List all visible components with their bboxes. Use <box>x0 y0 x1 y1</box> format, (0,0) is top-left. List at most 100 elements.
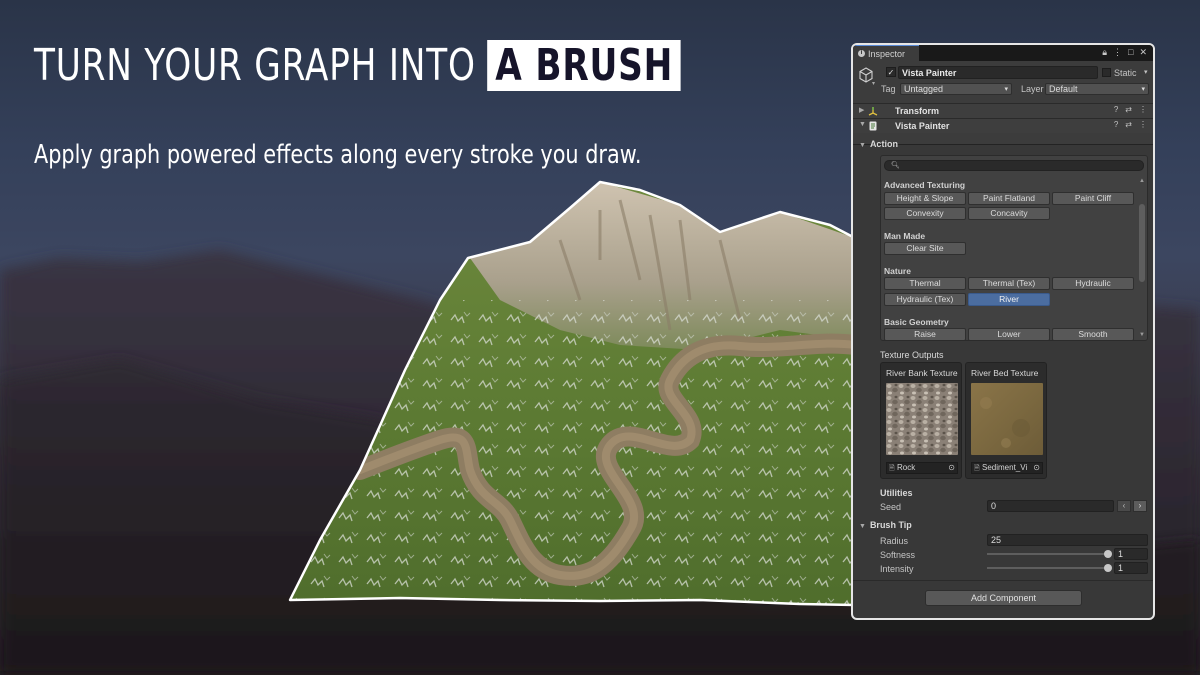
menu-dots-icon[interactable]: ⋮ <box>1139 105 1147 114</box>
layer-label: Layer <box>1021 84 1044 94</box>
component-transform-name: Transform <box>895 106 940 116</box>
texture-asset-field[interactable]: 🗎︎ Rock ⊙ <box>886 462 958 474</box>
group-nature: Nature <box>884 266 911 276</box>
texture-asset-name: Sediment_Vi <box>982 463 1028 472</box>
lock-icon[interactable]: 🔒︎ <box>1102 47 1107 58</box>
action-thermal-tex-button[interactable]: Thermal (Tex) <box>968 277 1050 290</box>
inspector-tabbar: i Inspector 🔒︎ ⋮ □ ✕ <box>853 45 1153 61</box>
radius-field[interactable]: 25 <box>987 534 1148 546</box>
texture-asset-name: Rock <box>897 463 916 472</box>
help-icon[interactable]: ? <box>1114 105 1118 114</box>
chevron-down-icon: ▾ <box>1141 86 1145 93</box>
object-name-field[interactable]: Vista Painter <box>898 66 1098 79</box>
action-list: 🔍︎ ▲ ▼ Advanced Texturing Height & Slope… <box>880 155 1148 341</box>
texture-output-river-bank: River Bank Texture 🗎︎ Rock ⊙ <box>880 362 962 479</box>
seed-field[interactable]: 0 <box>987 500 1114 512</box>
brush-tip-section-header[interactable]: ▼ Brush Tip <box>859 520 912 530</box>
fold-right-icon[interactable]: ▶ <box>859 106 864 114</box>
fold-down-icon: ▼ <box>859 523 866 530</box>
component-vista-painter[interactable]: ▼ Vista Painter ? ⇄ ⋮ <box>853 118 1153 133</box>
layer-value: Default <box>1049 84 1078 94</box>
file-icon: 🗎︎ <box>974 465 980 472</box>
help-icon[interactable]: ? <box>1114 120 1118 129</box>
static-label: Static <box>1114 68 1137 78</box>
action-concavity-button[interactable]: Concavity <box>968 207 1050 220</box>
scroll-up-icon[interactable]: ▲ <box>1139 178 1145 184</box>
action-raise-button[interactable]: Raise <box>884 328 966 340</box>
object-picker-icon[interactable]: ⊙ <box>1033 463 1040 473</box>
action-section-header[interactable]: ▼ Action <box>859 139 898 149</box>
tag-dropdown[interactable]: Untagged ▾ <box>900 83 1012 95</box>
utilities-title: Utilities <box>880 488 913 498</box>
action-smooth-button[interactable]: Smooth <box>1052 328 1134 340</box>
fold-down-icon: ▼ <box>859 142 866 149</box>
group-man-made: Man Made <box>884 231 926 241</box>
action-paint-flatland-button[interactable]: Paint Flatland <box>968 192 1050 205</box>
preset-icon[interactable]: ⇄ <box>1125 120 1132 129</box>
rock-texture-preview[interactable] <box>886 383 958 455</box>
action-clear-site-button[interactable]: Clear Site <box>884 242 966 255</box>
action-hydraulic-button[interactable]: Hydraulic <box>1052 277 1134 290</box>
menu-dots-icon[interactable]: ⋮ <box>1113 47 1122 58</box>
menu-dots-icon[interactable]: ⋮ <box>1139 120 1147 129</box>
icon-dropdown-caret-icon[interactable]: ▾ <box>872 80 875 87</box>
layer-dropdown[interactable]: Default ▾ <box>1045 83 1149 95</box>
action-height-slope-button[interactable]: Height & Slope <box>884 192 966 205</box>
tag-label: Tag <box>881 84 896 94</box>
softness-label: Softness <box>880 550 916 560</box>
action-paint-cliff-button[interactable]: Paint Cliff <box>1052 192 1134 205</box>
softness-slider-track[interactable] <box>987 553 1109 555</box>
maximize-icon[interactable]: □ <box>1128 47 1133 58</box>
group-advanced-texturing: Advanced Texturing <box>884 180 966 190</box>
texture-outputs-title: Texture Outputs <box>880 350 944 360</box>
static-dropdown-caret-icon[interactable]: ▾ <box>1144 68 1148 76</box>
action-search-input[interactable]: 🔍︎ <box>884 160 1144 171</box>
seed-label: Seed <box>880 502 902 512</box>
action-hydraulic-tex-button[interactable]: Hydraulic (Tex) <box>884 293 966 306</box>
action-thermal-button[interactable]: Thermal <box>884 277 966 290</box>
divider <box>853 580 1153 581</box>
search-icon: 🔍︎ <box>891 162 900 169</box>
active-checkbox[interactable]: ✓ <box>886 67 896 77</box>
object-picker-icon[interactable]: ⊙ <box>948 463 955 473</box>
tab-actions: 🔒︎ ⋮ □ ✕ <box>1102 47 1147 58</box>
sediment-texture-preview[interactable] <box>971 383 1043 455</box>
fold-down-icon[interactable]: ▼ <box>859 121 866 128</box>
file-icon: 🗎︎ <box>889 465 895 472</box>
tab-inspector-label: Inspector <box>868 48 906 59</box>
action-convexity-button[interactable]: Convexity <box>884 207 966 220</box>
seed-increment-button[interactable]: › <box>1133 500 1147 512</box>
component-transform[interactable]: ▶ Transform ? ⇄ ⋮ <box>853 103 1153 118</box>
seed-decrement-button[interactable]: ‹ <box>1117 500 1131 512</box>
scroll-down-icon[interactable]: ▼ <box>1139 332 1145 338</box>
preset-icon[interactable]: ⇄ <box>1125 105 1132 114</box>
brush-tip-title: Brush Tip <box>869 520 912 530</box>
add-component-button[interactable]: Add Component <box>925 590 1082 606</box>
texture-output-river-bed: River Bed Texture 🗎︎ Sediment_Vi ⊙ <box>965 362 1047 479</box>
radius-label: Radius <box>880 536 909 546</box>
softness-slider-handle[interactable] <box>1104 550 1112 558</box>
intensity-slider-track[interactable] <box>987 567 1109 569</box>
action-lower-button[interactable]: Lower <box>968 328 1050 340</box>
inspector-window: i Inspector 🔒︎ ⋮ □ ✕ ▾ ✓ Vista Painter S… <box>851 43 1155 620</box>
transform-icon <box>868 107 878 116</box>
action-scrollbar-thumb[interactable] <box>1139 204 1145 282</box>
group-basic-geometry: Basic Geometry <box>884 317 949 327</box>
action-river-button[interactable]: River <box>968 293 1050 306</box>
action-title: Action <box>869 139 898 149</box>
texture-label: River Bank Texture <box>886 368 958 378</box>
static-checkbox[interactable] <box>1102 68 1111 77</box>
script-icon <box>869 121 877 131</box>
close-icon[interactable]: ✕ <box>1139 47 1147 58</box>
component-vista-painter-name: Vista Painter <box>895 121 950 131</box>
softness-field[interactable]: 1 <box>1114 548 1148 560</box>
texture-label: River Bed Texture <box>971 368 1039 378</box>
component-actions: ? ⇄ ⋮ <box>1114 120 1147 129</box>
intensity-field[interactable]: 1 <box>1114 562 1148 574</box>
intensity-slider-handle[interactable] <box>1104 564 1112 572</box>
component-actions: ? ⇄ ⋮ <box>1114 105 1147 114</box>
texture-asset-field[interactable]: 🗎︎ Sediment_Vi ⊙ <box>971 462 1043 474</box>
intensity-label: Intensity <box>880 564 914 574</box>
tag-value: Untagged <box>904 84 944 94</box>
tab-inspector[interactable]: i Inspector <box>853 45 919 61</box>
